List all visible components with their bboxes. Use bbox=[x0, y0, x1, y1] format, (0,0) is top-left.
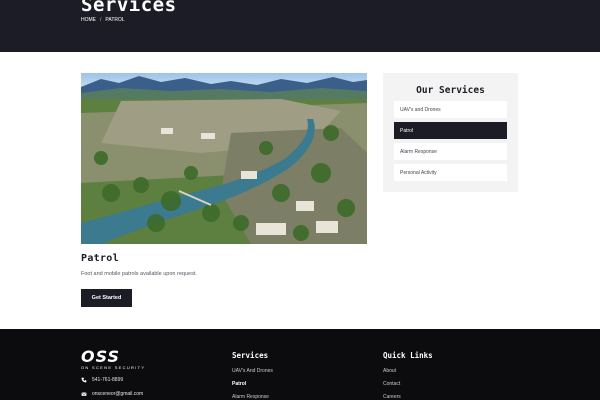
footer-services-title: Services bbox=[232, 351, 269, 360]
footer-link-about[interactable]: About bbox=[383, 368, 396, 374]
breadcrumb-home-link[interactable]: HOME bbox=[81, 17, 96, 23]
email-address: onsceneor@gmail.com bbox=[92, 391, 144, 397]
mail-icon bbox=[81, 392, 87, 396]
breadcrumb: HOME / PATROL bbox=[81, 17, 125, 23]
sidebar-item-patrol[interactable]: Patrol bbox=[394, 122, 507, 139]
phone-number: 541-761-8899 bbox=[92, 377, 124, 383]
logo-tagline: ON SCENE SECURITY bbox=[81, 365, 146, 370]
phone-icon bbox=[81, 377, 87, 383]
page-title: Services bbox=[81, 0, 177, 16]
footer-phone[interactable]: 541-761-8899 bbox=[81, 377, 123, 383]
footer-link-uavs-and-drones[interactable]: UAV's And Drones bbox=[232, 368, 273, 374]
footer-link-contact[interactable]: Contact bbox=[383, 381, 400, 387]
service-description: Foot and mobile patrols available upon r… bbox=[81, 271, 197, 277]
footer-logo[interactable]: OSS ON SCENE SECURITY bbox=[81, 349, 145, 371]
service-heading: Patrol bbox=[81, 253, 119, 264]
service-image bbox=[81, 73, 367, 244]
sidebar-title: Our Services bbox=[416, 85, 485, 96]
services-sidebar: Our Services UAV's and Drones Patrol Ala… bbox=[383, 73, 518, 192]
sidebar-item-alarm-response[interactable]: Alarm Response bbox=[394, 143, 507, 160]
footer-link-careers[interactable]: Careers bbox=[383, 394, 401, 400]
footer-email[interactable]: onsceneor@gmail.com bbox=[81, 391, 143, 397]
footer-link-alarm-response[interactable]: Alarm Response bbox=[232, 394, 269, 400]
footer-link-patrol[interactable]: Patrol bbox=[232, 381, 246, 387]
breadcrumb-separator: / bbox=[100, 17, 102, 23]
footer-quick-links-title: Quick Links bbox=[383, 351, 433, 360]
logo-wordmark: OSS bbox=[81, 347, 121, 366]
sidebar-item-uavs-and-drones[interactable]: UAV's and Drones bbox=[394, 101, 507, 118]
get-started-button[interactable]: Get Started bbox=[81, 289, 132, 307]
breadcrumb-current: PATROL bbox=[105, 17, 125, 23]
page-header: Services HOME / PATROL bbox=[0, 0, 600, 52]
sidebar-item-personal-activity[interactable]: Personal Activity bbox=[394, 164, 507, 181]
